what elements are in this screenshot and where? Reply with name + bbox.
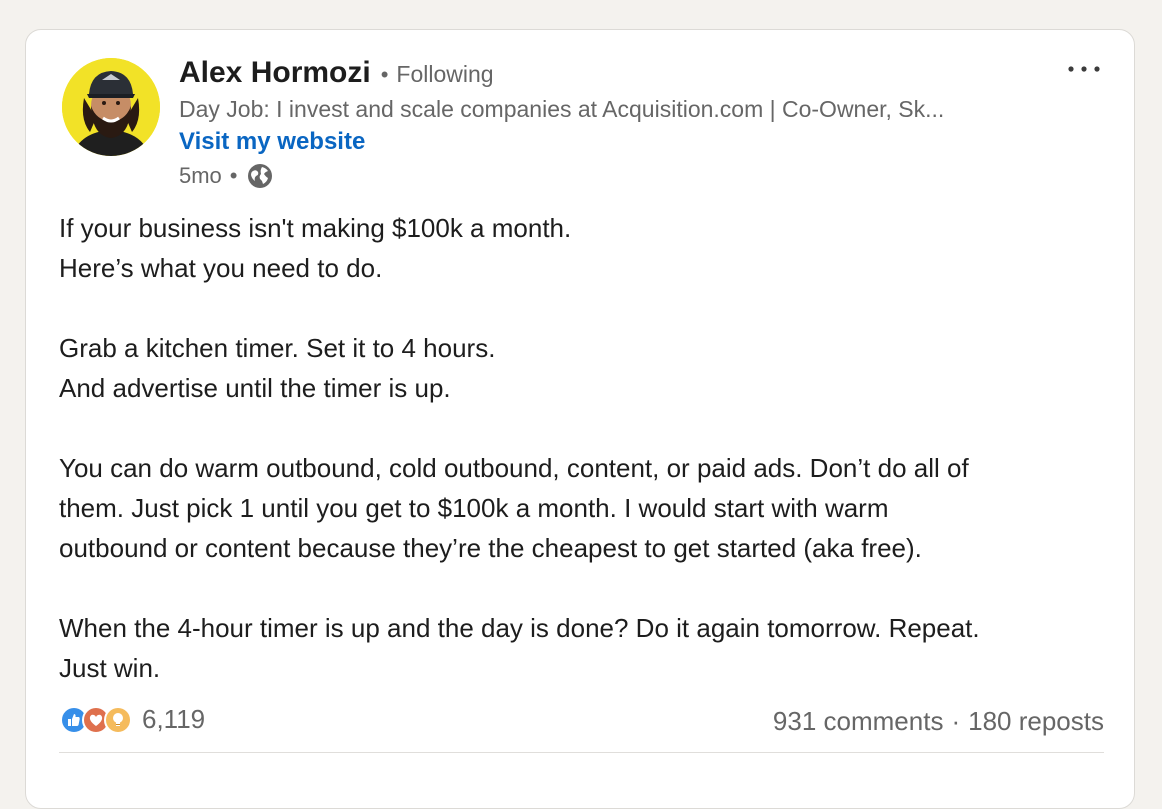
reaction-icons xyxy=(60,705,136,735)
reposts-count-link[interactable]: 180 reposts xyxy=(968,706,1104,737)
separator-dot: • xyxy=(380,62,389,87)
insightful-icon xyxy=(104,705,132,734)
author-line: Alex Hormozi • Following xyxy=(179,56,494,96)
post-age: 5mo xyxy=(179,163,222,188)
reaction-count: 6,119 xyxy=(142,704,206,734)
follow-status: Following xyxy=(396,61,494,87)
post-meta: 5mo • xyxy=(179,162,274,190)
comments-count-link[interactable]: 931 comments xyxy=(773,706,944,737)
author-avatar[interactable] xyxy=(62,58,160,156)
engagement-summary: 931 comments · 180 reposts xyxy=(773,706,1104,737)
visit-website-link[interactable]: Visit my website xyxy=(179,128,365,156)
reactions-summary[interactable]: 6,119 xyxy=(60,704,205,735)
author-name[interactable]: Alex Hormozi xyxy=(179,56,371,90)
author-photo xyxy=(62,58,160,156)
separator-dot: · xyxy=(951,706,961,736)
separator-dot: • xyxy=(229,163,238,188)
author-headline: Day Job: I invest and scale companies at… xyxy=(179,96,945,122)
post-body-text: If your business isn't making $100k a mo… xyxy=(59,213,980,683)
more-options-button[interactable] xyxy=(1062,54,1106,84)
globe-icon xyxy=(246,162,274,190)
post-card: Alex Hormozi • Following Day Job: I inve… xyxy=(25,29,1135,809)
ellipsis-icon xyxy=(1068,66,1100,72)
divider xyxy=(59,752,1104,753)
